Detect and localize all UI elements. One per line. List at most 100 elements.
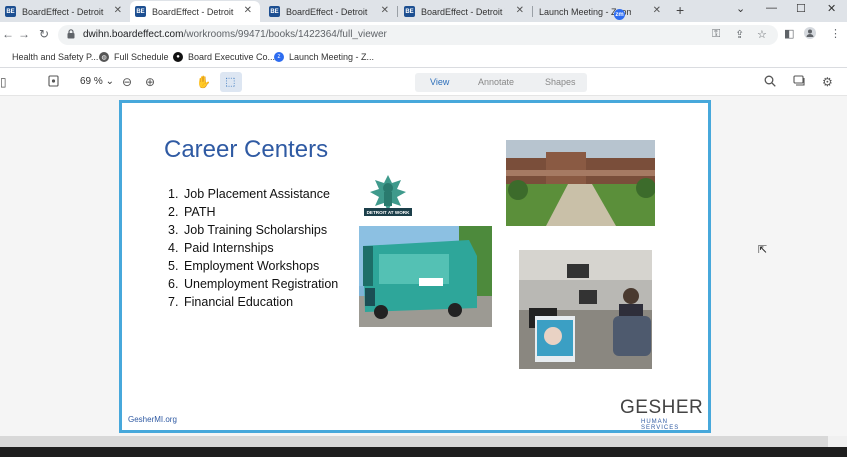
tab-divider [397, 6, 398, 17]
boardeffect-favicon-icon: BE [404, 6, 415, 17]
close-window-icon[interactable]: ✕ [827, 2, 836, 15]
close-icon[interactable]: ✕ [244, 5, 252, 16]
list-text: Unemployment Registration [184, 277, 339, 291]
bookmark-board-executive[interactable]: ● Board Executive Co... [173, 52, 275, 62]
boardeffect-favicon-icon: BE [5, 6, 16, 17]
zoom-out-icon[interactable]: ⊖ [122, 75, 132, 89]
os-taskbar [0, 447, 847, 457]
logo-wordmark: DETROIT AT WORK [367, 210, 411, 215]
campus-building-photo [506, 140, 655, 226]
boardeffect-favicon-icon: BE [269, 6, 280, 17]
list-item: 3. Job Training Scholarships [168, 221, 338, 239]
tab-label: BoardEffect - Detroit Wa [286, 6, 370, 17]
address-bar-row: ← → ↻ dwihn.boardeffect.com/workrooms/99… [0, 22, 847, 48]
profile-avatar-icon[interactable] [804, 27, 816, 42]
reload-icon[interactable]: ↻ [39, 27, 49, 41]
search-icon[interactable] [764, 75, 776, 90]
list-item: 7. Financial Education [168, 293, 338, 311]
bookmark-label: Health and Safety P... [12, 52, 99, 62]
bookmark-launch-meeting[interactable]: z Launch Meeting - Z... [274, 52, 374, 62]
list-text: PATH [184, 205, 216, 219]
list-number: 1. [168, 187, 179, 201]
maximize-icon[interactable]: ☐ [796, 2, 806, 15]
sidebar-toggle-icon[interactable]: ▯ [0, 75, 7, 89]
star-icon[interactable]: ☆ [757, 28, 767, 41]
list-item: 2. PATH [168, 203, 338, 221]
share-icon[interactable]: ⇪ [735, 28, 744, 41]
detroit-at-work-logo: DETROIT AT WORK [362, 171, 414, 221]
tab-search-chevron-icon[interactable]: ⌄ [736, 2, 745, 15]
list-number: 5. [168, 259, 179, 273]
list-text: Paid Internships [184, 241, 274, 255]
services-list: 1. Job Placement Assistance 2. PATH 3. Job … [168, 185, 338, 311]
forward-arrow-icon[interactable]: → [18, 27, 30, 41]
list-text: Job Placement Assistance [184, 187, 330, 201]
list-number: 6. [168, 277, 179, 291]
tab-annotate[interactable]: Annotate [478, 77, 514, 87]
select-tool-button[interactable]: ⬚ [220, 72, 242, 92]
bookmark-label: Board Executive Co... [188, 52, 276, 62]
close-icon[interactable]: ✕ [653, 5, 661, 16]
bookmarks-bar: Health and Safety P... ◍ Full Schedule ●… [0, 48, 847, 68]
list-item: 6. Unemployment Registration [168, 275, 338, 293]
boardeffect-favicon-icon: BE [135, 6, 146, 17]
side-panel-icon[interactable]: ◧ [784, 27, 794, 40]
list-number: 7. [168, 295, 179, 309]
zoom-in-icon[interactable]: ⊕ [145, 75, 155, 89]
zoom-favicon-icon: z [274, 52, 284, 62]
scrollbar-arrow[interactable] [828, 436, 847, 447]
tab-view[interactable]: View [430, 77, 449, 87]
url-text: dwihn.boardeffect.com/workrooms/99471/bo… [83, 29, 387, 40]
tab-divider [532, 6, 533, 17]
bookmark-full-schedule[interactable]: ◍ Full Schedule [99, 52, 169, 62]
zoom-level[interactable]: 69 % ⌄ [80, 76, 114, 87]
tab-4[interactable]: BE BoardEffect - Detroit Wa ✕ [399, 1, 533, 22]
bookmark-favicon-icon: ● [173, 52, 183, 62]
back-arrow-icon[interactable]: ← [2, 27, 14, 41]
presentation-slide: Career Centers 1. Job Placement Assistanc… [119, 100, 711, 433]
bookmark-label: Launch Meeting - Z... [289, 52, 375, 62]
close-icon[interactable]: ✕ [114, 5, 122, 16]
chevron-down-icon: ⌄ [105, 76, 114, 87]
bookmark-favicon-icon [0, 52, 7, 62]
list-item: 4. Paid Internships [168, 239, 338, 257]
mode-switcher: View Annotate Shapes [415, 73, 587, 92]
tab-1[interactable]: BE BoardEffect - Detroit Wa ✕ [0, 1, 131, 22]
tab-shapes[interactable]: Shapes [545, 77, 576, 87]
list-number: 2. [168, 205, 179, 219]
list-item: 5. Employment Workshops [168, 257, 338, 275]
footer-website: GesherMI.org [128, 415, 177, 424]
key-icon[interactable]: ⚿ [712, 28, 720, 41]
menu-kebab-icon[interactable]: ⋮ [830, 27, 841, 40]
gear-icon[interactable]: ⚙ [822, 75, 833, 89]
list-text: Employment Workshops [184, 259, 320, 273]
tab-5[interactable]: zm Launch Meeting - Zoom ✕ [534, 1, 669, 22]
bookmark-health-safety[interactable]: Health and Safety P... [0, 52, 98, 62]
tab-label: BoardEffect - Detroit Wa [152, 6, 236, 17]
mobile-career-bus-photo [359, 226, 492, 327]
slide-title: Career Centers [164, 136, 329, 163]
mouse-cursor-icon: ⇱ [758, 244, 768, 256]
tab-3[interactable]: BE BoardEffect - Detroit Wa ✕ [264, 1, 398, 22]
tab-2-active[interactable]: BE BoardEffect - Detroit Wa ✕ [130, 1, 260, 22]
comments-icon[interactable] [793, 75, 806, 90]
horizontal-scrollbar[interactable] [0, 436, 828, 447]
close-icon[interactable]: ✕ [381, 5, 389, 16]
globe-icon: ◍ [99, 52, 109, 62]
hand-pan-icon[interactable]: ✋ [196, 75, 211, 89]
minimize-icon[interactable]: — [766, 2, 777, 14]
viewer-toolbar: ▯ 69 % ⌄ ⊖ ⊕ ✋ ⬚ View Annotate Shapes ⚙ [0, 68, 847, 96]
tab-bar: BE BoardEffect - Detroit Wa ✕ BE BoardEf… [0, 0, 847, 22]
url-path: /workrooms/99471/books/1422364/full_view… [183, 29, 387, 40]
marquee-select-icon: ⬚ [225, 76, 236, 88]
page-thumbnail-icon[interactable] [48, 75, 59, 90]
list-text: Job Training Scholarships [184, 223, 328, 237]
lock-icon [67, 29, 75, 42]
list-number: 4. [168, 241, 179, 255]
address-input[interactable]: dwihn.boardeffect.com/workrooms/99471/bo… [58, 25, 778, 45]
tab-label: BoardEffect - Detroit Wa [22, 6, 106, 17]
gesher-brand-subtitle: HUMAN SERVICES [641, 419, 680, 431]
computer-lab-photo [519, 250, 652, 369]
close-icon[interactable]: ✕ [516, 5, 524, 16]
new-tab-icon[interactable]: + [676, 2, 684, 18]
